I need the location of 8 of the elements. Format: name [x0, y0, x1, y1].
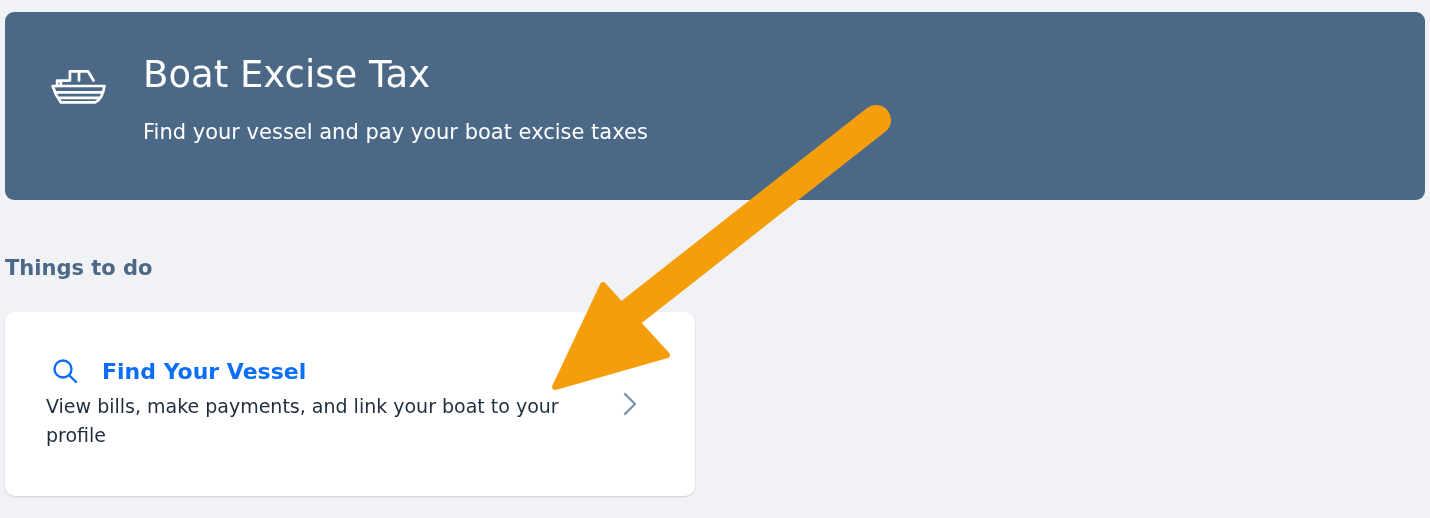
chevron-right-icon	[623, 392, 637, 416]
banner-title: Boat Excise Tax	[143, 52, 432, 98]
section-heading: Things to do	[5, 255, 153, 282]
card-description: View bills, make payments, and link your boat to your profile	[46, 394, 560, 448]
banner-subtitle: Find your vessel and pay your boat excise taxes	[143, 119, 648, 146]
search-icon	[52, 358, 78, 384]
card-title[interactable]: Find Your Vessel	[102, 358, 307, 384]
action-card[interactable]: Find Your Vessel View bills, make payments, and link your boat to your profile	[5, 312, 695, 496]
